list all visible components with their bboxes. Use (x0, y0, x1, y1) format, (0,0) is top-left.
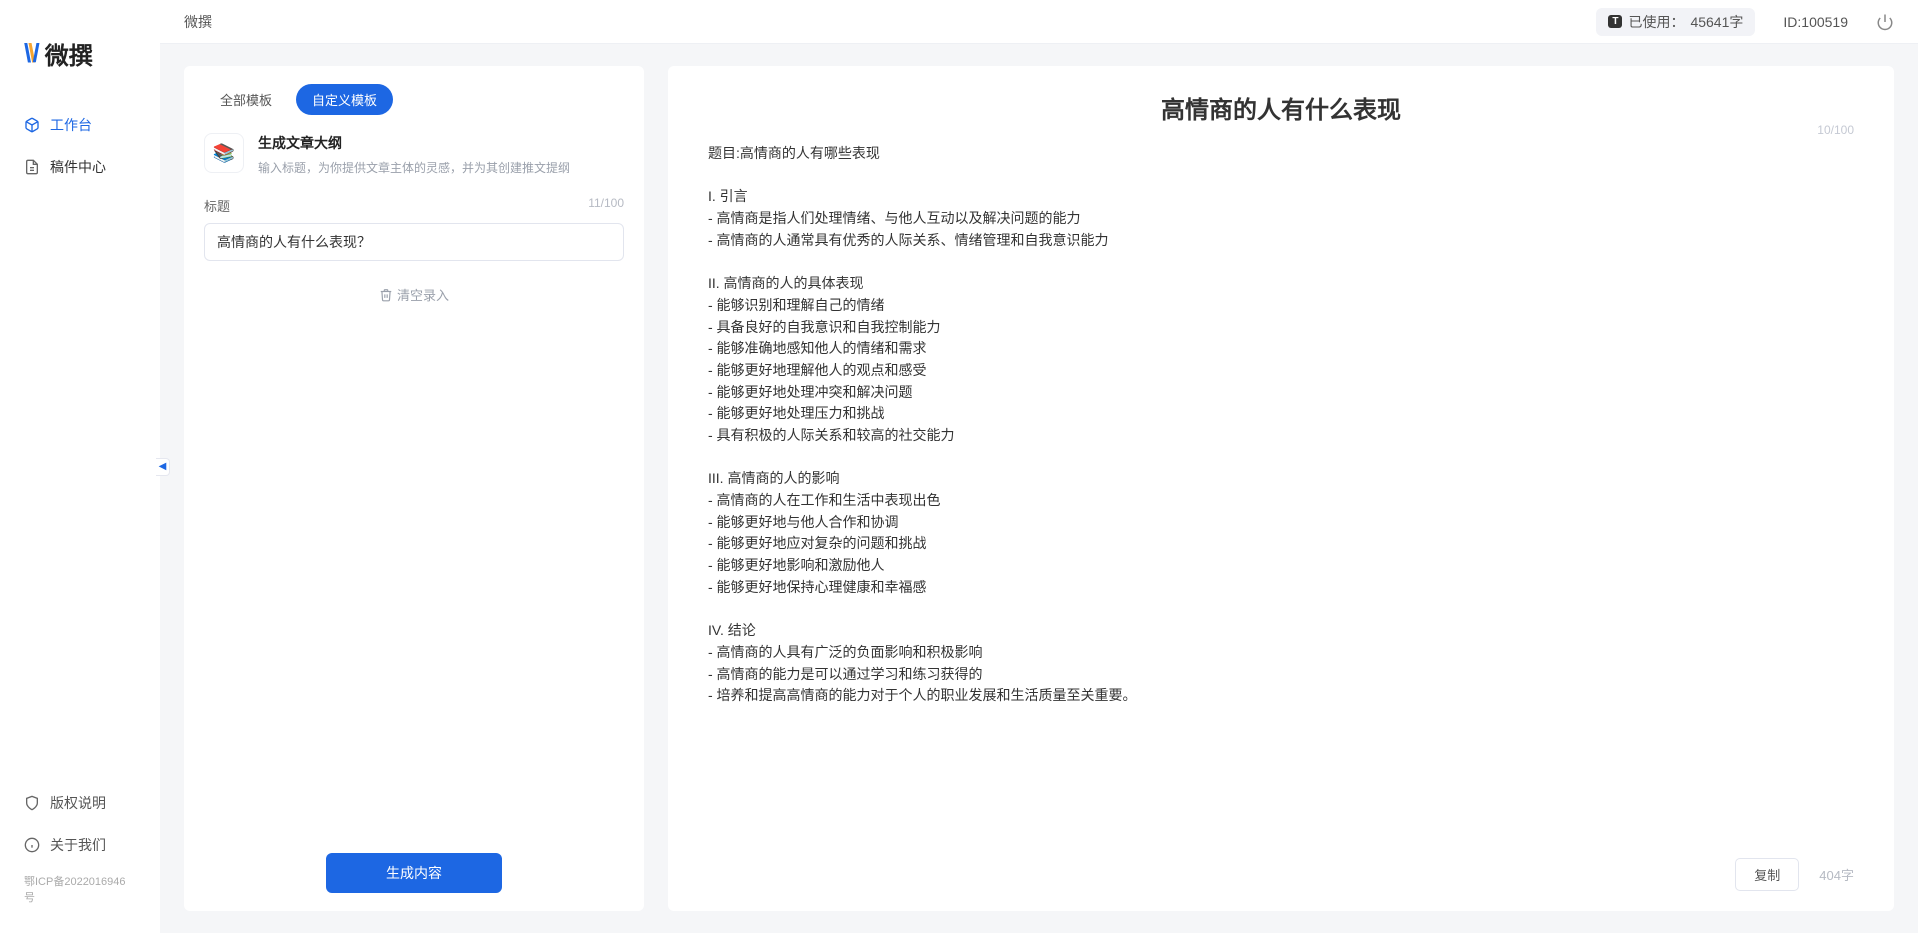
usage-value: 45641字 (1690, 12, 1743, 32)
sidebar-item-workbench[interactable]: 工作台 (14, 107, 146, 143)
user-id-label: ID:100519 (1783, 14, 1848, 30)
clear-label: 清空录入 (397, 285, 449, 304)
output-panel: 高情商的人有什么表现 10/100 题目:高情商的人有哪些表现 I. 引言 - … (668, 66, 1894, 911)
power-icon[interactable] (1876, 13, 1894, 31)
sidebar-item-drafts[interactable]: 稿件中心 (14, 149, 146, 185)
title-label: 标题 (204, 196, 230, 215)
title-input[interactable] (204, 223, 624, 261)
output-title-counter: 10/100 (1817, 123, 1854, 137)
sidebar-item-label: 工作台 (50, 115, 92, 135)
sidebar: \\/ 微撰 工作台 稿件中心 版权说明 (0, 0, 160, 933)
output-title: 高情商的人有什么表现 (708, 90, 1854, 125)
copy-button[interactable]: 复制 (1735, 858, 1799, 891)
document-icon (24, 159, 40, 175)
sidebar-collapse-handle[interactable]: ◀ (156, 458, 170, 476)
clear-input-button[interactable]: 清空录入 (204, 279, 624, 310)
sidebar-item-label: 稿件中心 (50, 157, 106, 177)
icp-label: 鄂ICP备2022016946号 (14, 869, 146, 909)
generate-button[interactable]: 生成内容 (326, 853, 502, 893)
info-icon (24, 837, 40, 853)
tab-custom-template[interactable]: 自定义模板 (296, 84, 393, 115)
sidebar-nav: 工作台 稿件中心 (0, 107, 160, 185)
chevron-left-icon: ◀ (159, 461, 167, 472)
template-title: 生成文章大纲 (258, 133, 570, 153)
title-field: 标题 11/100 (204, 196, 624, 261)
template-info: 📚 生成文章大纲 输入标题，为你提供文章主体的灵感，并为其创建推文提纲 (204, 133, 624, 176)
title-counter: 11/100 (588, 196, 624, 215)
app-name: 微撰 (45, 36, 93, 71)
sidebar-item-label: 关于我们 (50, 835, 106, 855)
cube-icon (24, 117, 40, 133)
topbar: 微撰 T 已使用： 45641字 ID:100519 (160, 0, 1918, 44)
trash-icon (379, 288, 393, 302)
sidebar-item-label: 版权说明 (50, 793, 106, 813)
input-panel: 全部模板 自定义模板 📚 生成文章大纲 输入标题，为你提供文章主体的灵感，并为其… (184, 66, 644, 911)
output-body: 题目:高情商的人有哪些表现 I. 引言 - 高情商是指人们处理情绪、与他人互动以… (708, 143, 1854, 846)
usage-prefix: 已使用： (1628, 12, 1684, 32)
logo-icon: \\/ (24, 38, 37, 69)
breadcrumb: 微撰 (184, 12, 212, 32)
app-logo: \\/ 微撰 (0, 16, 160, 107)
sidebar-footer: 版权说明 关于我们 鄂ICP备2022016946号 (0, 785, 160, 917)
template-thumb-icon: 📚 (204, 133, 244, 173)
usage-badge: T 已使用： 45641字 (1596, 8, 1755, 36)
content-row: 全部模板 自定义模板 📚 生成文章大纲 输入标题，为你提供文章主体的灵感，并为其… (160, 44, 1918, 933)
text-count-icon: T (1608, 15, 1622, 28)
shield-icon (24, 795, 40, 811)
sidebar-item-copyright[interactable]: 版权说明 (14, 785, 146, 821)
sidebar-item-about[interactable]: 关于我们 (14, 827, 146, 863)
tab-all-templates[interactable]: 全部模板 (204, 84, 288, 115)
template-tabs: 全部模板 自定义模板 (204, 84, 624, 115)
template-desc: 输入标题，为你提供文章主体的灵感，并为其创建推文提纲 (258, 159, 570, 176)
output-char-count: 404字 (1819, 865, 1854, 884)
main-column: 微撰 T 已使用： 45641字 ID:100519 全部模板 自定义模板 (160, 0, 1918, 933)
